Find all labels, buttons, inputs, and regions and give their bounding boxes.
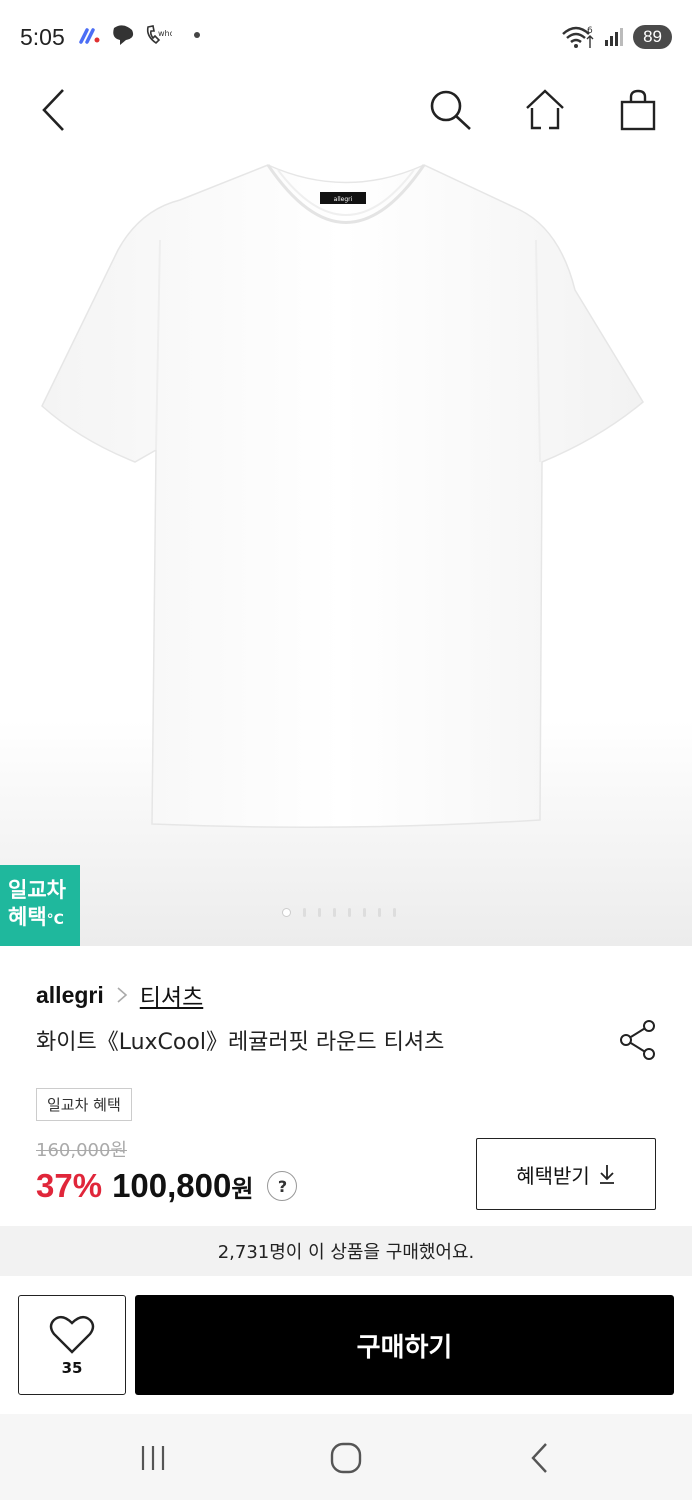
carousel-pager	[282, 908, 396, 917]
more-notifications-dot	[194, 32, 200, 38]
heart-icon	[49, 1315, 95, 1354]
back-button[interactable]	[28, 84, 80, 136]
status-time: 5:05	[20, 24, 65, 50]
svg-text:6: 6	[587, 26, 593, 36]
battery-indicator: 89	[633, 25, 672, 49]
promo-badge-suffix: °C	[46, 912, 64, 928]
chevron-left-icon	[42, 89, 64, 131]
get-benefit-button[interactable]: 혜택받기	[476, 1138, 656, 1210]
sale-price: 100,800원	[112, 1167, 253, 1205]
pager-dot	[348, 908, 351, 917]
pager-dot	[318, 908, 321, 917]
status-right-icons: 6 89	[561, 24, 672, 50]
benefit-tag: 일교차 혜택	[36, 1088, 132, 1121]
price-row: 37% 100,800원 ?	[36, 1167, 298, 1205]
get-benefit-label: 혜택받기	[516, 1163, 590, 1188]
notification-icons: who	[78, 24, 200, 46]
share-button[interactable]	[618, 1018, 658, 1062]
chevron-right-icon	[117, 987, 127, 1003]
search-icon	[430, 90, 471, 130]
buyers-count-banner: 2,731명이 이 상품을 구매했어요.	[0, 1226, 692, 1276]
brand-breadcrumb: allegri 티셔츠	[36, 978, 203, 1012]
top-navigation	[0, 78, 692, 140]
wifi-icon: 6	[562, 26, 594, 48]
category-link[interactable]: 티셔츠	[140, 978, 203, 1012]
back-arrow-icon	[531, 1443, 547, 1473]
system-navigation-bar	[0, 1414, 692, 1500]
price-help-button[interactable]: ?	[267, 1171, 298, 1201]
buy-button[interactable]: 구매하기	[135, 1295, 674, 1395]
sale-price-value: 100,800	[112, 1167, 232, 1204]
shopping-bag-icon	[620, 89, 656, 131]
original-price: 160,000원	[36, 1140, 127, 1161]
home-button[interactable]	[519, 84, 571, 136]
product-title: 화이트《LuxCool》레귤러핏 라운드 티셔츠	[36, 1030, 445, 1055]
recent-apps-button[interactable]	[131, 1436, 175, 1480]
home-circle-icon	[330, 1442, 362, 1474]
download-icon	[599, 1165, 614, 1184]
like-count: 35	[61, 1359, 83, 1377]
svg-text:allegri: allegri	[334, 196, 353, 203]
like-button[interactable]: 35	[18, 1295, 126, 1395]
home-icon	[526, 89, 564, 130]
app-notification-icon	[79, 28, 100, 44]
bottom-action-bar: 35 구매하기	[0, 1276, 692, 1414]
cart-button[interactable]	[612, 84, 664, 136]
signal-icon	[605, 28, 624, 46]
recent-apps-icon	[141, 1446, 165, 1470]
search-button[interactable]	[424, 84, 476, 136]
pager-dot	[393, 908, 396, 917]
pager-dot	[303, 908, 306, 917]
back-system-button[interactable]	[518, 1436, 562, 1480]
home-system-button[interactable]	[324, 1436, 368, 1480]
svg-text:who: who	[158, 29, 172, 38]
white-tshirt-image: allegri	[41, 164, 644, 828]
share-icon	[620, 1020, 655, 1060]
promo-badge-line1: 일교차	[8, 878, 66, 902]
status-bar: 5:05 who 6 89	[0, 0, 692, 78]
promo-badge-line2: 혜택	[8, 905, 47, 929]
whowho-call-icon: who	[146, 25, 172, 45]
chat-notification-icon	[113, 25, 134, 45]
product-image-carousel[interactable]: allegri 일교차 혜택°C	[0, 140, 692, 946]
sale-price-unit: 원	[231, 1176, 254, 1203]
pager-dot	[363, 908, 366, 917]
brand-link[interactable]: allegri	[36, 982, 104, 1009]
promo-badge: 일교차 혜택°C	[0, 865, 80, 946]
pager-dot	[333, 908, 336, 917]
discount-rate: 37%	[36, 1167, 103, 1204]
pager-dot	[378, 908, 381, 917]
pager-dot-active	[282, 908, 291, 917]
